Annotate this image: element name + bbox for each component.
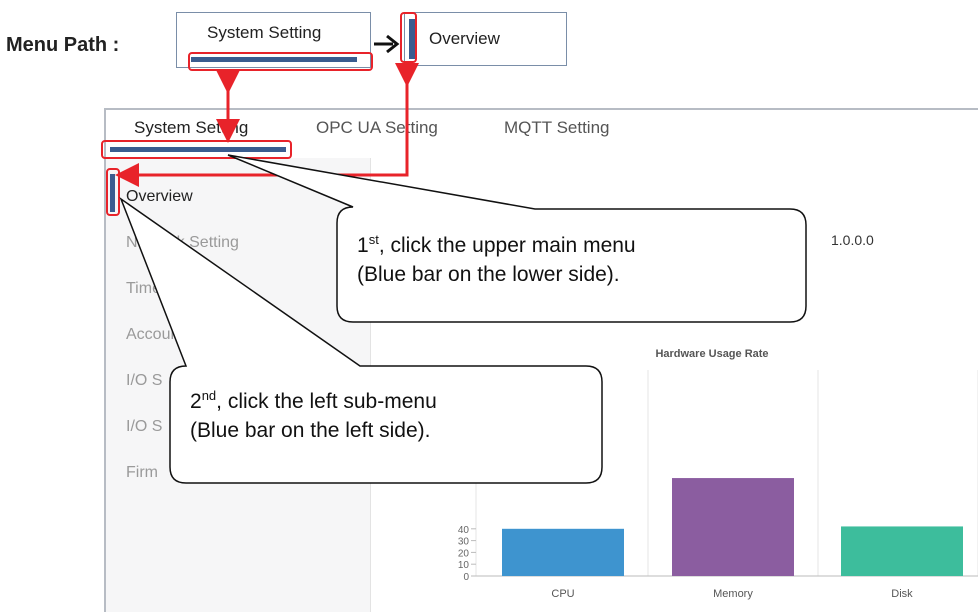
- callout-second-line2: (Blue bar on the left side).: [190, 419, 431, 442]
- callout-second-text: 2nd, click the left sub-menu (Blue bar o…: [190, 381, 600, 445]
- callout-second-suffix: nd: [201, 388, 217, 403]
- callout-second-line1: , click the left sub-menu: [216, 390, 437, 413]
- callout-second-bubble: [119, 196, 603, 484]
- callout-second-ordinal: 2: [190, 390, 202, 413]
